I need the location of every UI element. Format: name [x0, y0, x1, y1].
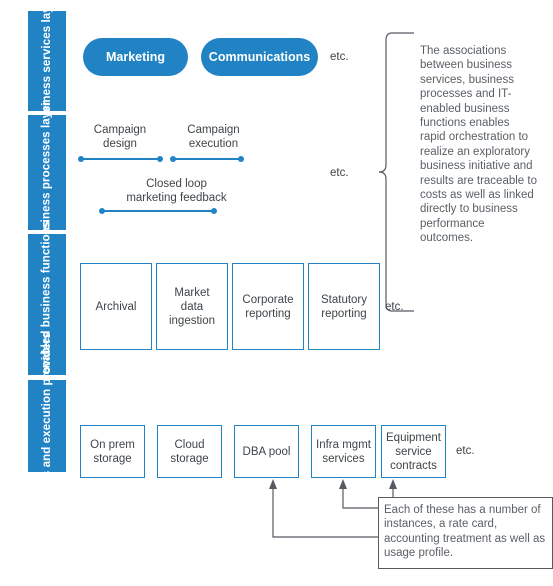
- asset-box-label: Infra mgmt services: [316, 438, 371, 465]
- asset-box-cloud-storage[interactable]: Cloud storage: [157, 425, 222, 478]
- process-line-campaign-design[interactable]: [78, 156, 163, 162]
- etc-label-it-functions: etc.: [385, 301, 404, 313]
- function-box-label: Market data ingestion: [168, 286, 216, 327]
- layer-bar-label: IT assets and execution providers: [40, 331, 53, 521]
- asset-box-label: On prem storage: [90, 438, 135, 465]
- function-box-market-data-ingestion[interactable]: Market data ingestion: [156, 263, 228, 350]
- process-label-closed-loop-marketing-feedback: Closed loop marketing feedback: [126, 178, 227, 204]
- arrow-infra-mgmt: [339, 479, 378, 509]
- diagram-canvas: Business services layer Business process…: [0, 0, 553, 586]
- asset-box-infra-mgmt-services[interactable]: Infra mgmt services: [311, 425, 376, 478]
- function-box-corporate-reporting[interactable]: Corporate reporting: [232, 263, 304, 350]
- arrow-dba-pool: [269, 479, 378, 538]
- service-pill-communications[interactable]: Communications: [201, 38, 318, 76]
- function-box-label: Archival: [95, 300, 137, 313]
- asset-box-on-prem-storage[interactable]: On prem storage: [80, 425, 145, 478]
- layer-bar-it-assets[interactable]: IT assets and execution providers: [28, 332, 66, 520]
- process-label-campaign-execution: Campaign execution: [187, 124, 240, 150]
- etc-label-business-services: etc.: [330, 51, 349, 63]
- service-pill-label: Communications: [208, 50, 311, 64]
- asset-box-dba-pool[interactable]: DBA pool: [234, 425, 299, 478]
- layer-bar-business-processes[interactable]: Business processes layer: [28, 101, 66, 244]
- asset-box-equipment-service-contracts[interactable]: Equipment service contracts: [381, 425, 446, 478]
- process-line-closed-loop-marketing-feedback[interactable]: [99, 208, 217, 214]
- etc-label-business-processes: etc.: [330, 167, 349, 179]
- function-box-label: Statutory reporting: [320, 293, 368, 320]
- etc-label-it-assets: etc.: [456, 445, 475, 457]
- service-pill-marketing[interactable]: Marketing: [83, 38, 188, 76]
- asset-box-label: DBA pool: [242, 445, 291, 458]
- layer-bar-business-services[interactable]: Business services layer: [28, 0, 66, 127]
- arrow-equipment-contracts: [389, 479, 397, 497]
- annotation-instances-note: Each of these has a number of instances,…: [384, 504, 546, 560]
- function-box-archival[interactable]: Archival: [80, 263, 152, 350]
- function-box-label: Corporate reporting: [242, 293, 294, 320]
- annotation-associations-note: The associations between business servic…: [420, 45, 537, 245]
- asset-box-label: Cloud storage: [170, 438, 209, 465]
- service-pill-label: Marketing: [105, 50, 166, 64]
- process-label-campaign-design: Campaign design: [93, 124, 147, 150]
- asset-box-label: Equipment service contracts: [386, 431, 441, 472]
- right-curly-brace: [378, 32, 414, 312]
- function-box-statutory-reporting[interactable]: Statutory reporting: [308, 263, 380, 350]
- process-line-campaign-execution[interactable]: [170, 156, 244, 162]
